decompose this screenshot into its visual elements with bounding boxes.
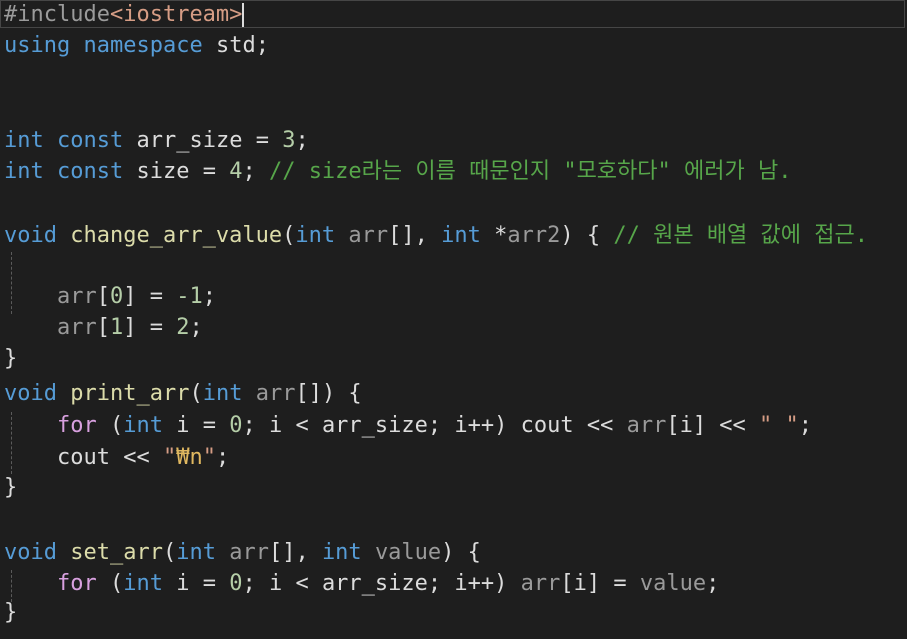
keyword: void [4,223,57,248]
code-editor[interactable]: #include<iostream> using namespace std; … [0,0,907,639]
parameter: value [374,540,442,565]
keyword: int [321,540,362,565]
code-line-14[interactable]: for (int i = 0; i < arr_size; i++) cout … [4,411,812,441]
identifier: std; [215,33,269,58]
keyword: int [4,128,44,153]
keyword: const [57,128,124,153]
parameter: arr [229,540,269,565]
identifier: arr_size = [136,128,283,153]
string-literal: " [162,445,177,470]
number-literal: -1 [176,284,203,309]
function-name: set_arr [70,540,163,565]
string-literal: " [202,445,216,470]
comment: // 원본 배열 값에 접근. [613,223,868,248]
parameter: arr [56,315,97,340]
code-line-2[interactable]: using namespace std; [4,31,269,61]
code-line-6[interactable]: int const size = 4; // size라는 이름 때문인지 "모… [4,157,791,187]
number-literal: 1 [109,315,124,340]
preprocessor-directive: #include [4,2,110,27]
code-line-13[interactable]: void print_arr(int arr[]) { [4,379,362,409]
code-line-16[interactable]: } [4,473,17,503]
parameter: arr [626,413,667,438]
punctuation: ; [798,413,813,438]
punctuation: ( [162,540,177,565]
parameter: arr [255,381,296,406]
string-literal: " " [759,413,799,438]
keyword: for [56,413,97,438]
keyword: int [4,159,44,184]
punctuation: ) { [560,223,614,248]
identifier: i = [162,571,230,596]
punctuation: ; [215,445,230,470]
keyword: const [57,159,124,184]
punctuation: ] = [123,284,177,309]
code-line-18[interactable]: void set_arr(int arr[], int value) { [4,538,481,568]
include-header: <iostream> [109,2,243,27]
function-name: print_arr [70,381,190,406]
closing-brace: } [4,475,18,500]
parameter: arr [520,571,561,596]
keyword: int [202,381,243,406]
code-line-11[interactable]: } [4,344,17,374]
identifier: [i] = [560,571,640,596]
keyword: void [4,540,57,565]
number-literal: 2 [176,315,190,340]
keyword: void [4,381,57,406]
punctuation: ; [242,159,256,184]
keyword: int [123,413,163,438]
number-literal: 0 [229,413,243,438]
comment: // size라는 이름 때문인지 "모호하다" 에러가 남. [268,159,792,184]
identifier: size = [136,159,230,184]
punctuation: ; [295,128,309,153]
escape-sequence: ₩n [176,445,203,470]
punctuation: [], [268,540,322,565]
punctuation: ) { [441,540,481,565]
parameter: arr2 [507,223,561,248]
punctuation: ( [282,223,296,248]
code-line-15[interactable]: cout << "₩n"; [4,443,229,473]
code-line-19[interactable]: for (int i = 0; i < arr_size; i++) arr[i… [4,569,719,599]
closing-brace: } [4,346,18,371]
identifier: i = [162,413,230,438]
code-line-1[interactable]: #include<iostream> [4,0,245,30]
identifier: [i] << [666,413,760,438]
punctuation: ; [706,571,720,596]
code-line-8[interactable]: void change_arr_value(int arr[], int *ar… [4,221,868,251]
identifier: ; i < arr_size; i++) cout << [242,413,627,438]
punctuation: [ [96,315,110,340]
parameter: arr [56,284,97,309]
punctuation: ( [96,413,124,438]
parameter: value [639,571,707,596]
function-name: change_arr_value [70,223,283,248]
punctuation: []) { [295,381,362,406]
code-line-10[interactable]: arr[1] = 2; [4,313,203,343]
code-line-9[interactable]: arr[0] = -1; [4,282,216,312]
code-line-20[interactable]: } [4,598,17,628]
number-literal: 3 [282,128,296,153]
parameter: arr [348,223,389,248]
identifier: cout << [56,445,163,470]
keyword: for [56,571,97,596]
number-literal: 4 [229,159,243,184]
punctuation: ; [202,284,216,309]
number-literal: 0 [229,571,243,596]
punctuation: [], [388,223,442,248]
closing-brace: } [4,600,18,625]
code-line-5[interactable]: int const arr_size = 3; [4,126,309,156]
text-caret [242,3,245,27]
punctuation: ; [189,315,203,340]
punctuation: ] = [123,315,177,340]
punctuation: ( [189,381,203,406]
number-literal: 0 [109,284,124,309]
keyword: int [176,540,216,565]
identifier: ; i < arr_size; i++) [242,571,521,596]
punctuation: [ [96,284,110,309]
keyword: int [123,571,163,596]
punctuation: ( [96,571,124,596]
operator: * [494,223,508,248]
keyword: namespace [83,33,203,58]
keyword: using [4,33,71,58]
keyword: int [441,223,481,248]
keyword: int [295,223,336,248]
